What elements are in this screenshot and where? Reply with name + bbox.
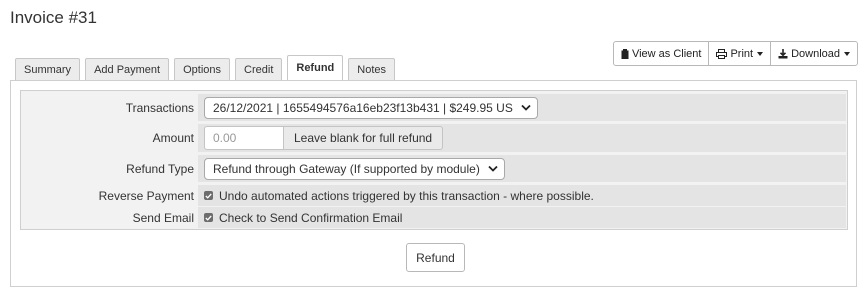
tab-refund[interactable]: Refund	[287, 55, 344, 80]
refund-type-select[interactable]: Refund through Gateway (If supported by …	[204, 157, 505, 180]
send-email-field-cell: Check to Send Confirmation Email	[198, 207, 846, 228]
download-icon	[778, 48, 788, 59]
send-email-text: Check to Send Confirmation Email	[219, 210, 403, 225]
transactions-row: Transactions 26/12/2021 | 1655494576a16e…	[21, 94, 847, 121]
reverse-payment-label: Reverse Payment	[98, 188, 194, 203]
tab-add-payment[interactable]: Add Payment	[85, 58, 170, 80]
reverse-payment-text: Undo automated actions triggered by this…	[219, 188, 594, 203]
download-button[interactable]: Download	[770, 41, 858, 66]
view-as-client-label: View as Client	[631, 47, 702, 60]
view-as-client-button[interactable]: View as Client	[612, 41, 710, 66]
checkmark-icon	[205, 193, 212, 199]
reverse-payment-field-cell: Undo automated actions triggered by this…	[198, 185, 846, 206]
refund-panel: Transactions 26/12/2021 | 1655494576a16e…	[10, 80, 857, 287]
clipboard-icon	[621, 48, 629, 59]
download-label: Download	[791, 47, 840, 60]
send-email-checkbox[interactable]	[204, 213, 213, 222]
refund-type-label: Refund Type	[126, 161, 194, 176]
transactions-select-value: 26/12/2021 | 1655494576a16eb23f13b431 | …	[213, 100, 513, 115]
reverse-payment-row: Reverse Payment Undo automated actions t…	[21, 185, 847, 206]
refund-form: Transactions 26/12/2021 | 1655494576a16e…	[20, 90, 848, 230]
refund-type-row: Refund Type Refund through Gateway (If s…	[21, 155, 847, 182]
checkmark-icon	[205, 215, 212, 221]
refund-submit-button[interactable]: Refund	[406, 243, 465, 272]
refund-type-field-cell: Refund through Gateway (If supported by …	[198, 155, 846, 182]
caret-down-icon	[844, 51, 850, 56]
amount-input[interactable]: 0.00	[204, 126, 284, 150]
amount-field-cell: 0.00 Leave blank for full refund	[198, 124, 846, 152]
transactions-label: Transactions	[125, 100, 194, 115]
amount-hint: Leave blank for full refund	[284, 126, 444, 150]
print-button[interactable]: Print	[708, 41, 772, 66]
caret-down-icon	[757, 51, 764, 56]
send-email-label: Send Email	[132, 210, 194, 225]
print-label: Print	[730, 47, 754, 60]
invoice-toolbar: View as Client Print Download	[612, 41, 858, 66]
invoice-tabs: Summary Add Payment Options Credit Refun…	[15, 55, 400, 80]
tab-notes[interactable]: Notes	[348, 58, 396, 80]
page-title: Invoice #31	[10, 8, 97, 27]
tab-summary[interactable]: Summary	[15, 58, 81, 80]
transactions-select[interactable]: 26/12/2021 | 1655494576a16eb23f13b431 | …	[204, 96, 538, 119]
transactions-field-cell: 26/12/2021 | 1655494576a16eb23f13b431 | …	[198, 94, 846, 121]
tab-options[interactable]: Options	[174, 58, 231, 80]
amount-row: Amount 0.00 Leave blank for full refund	[21, 124, 847, 152]
chevron-down-icon	[488, 165, 498, 172]
send-email-row: Send Email Check to Send Confirmation Em…	[21, 207, 847, 228]
refund-type-select-value: Refund through Gateway (If supported by …	[213, 161, 480, 176]
chevron-down-icon	[521, 104, 531, 111]
amount-label: Amount	[152, 131, 194, 145]
reverse-payment-checkbox[interactable]	[204, 191, 213, 200]
printer-icon	[716, 48, 728, 59]
tab-credit[interactable]: Credit	[235, 58, 283, 80]
